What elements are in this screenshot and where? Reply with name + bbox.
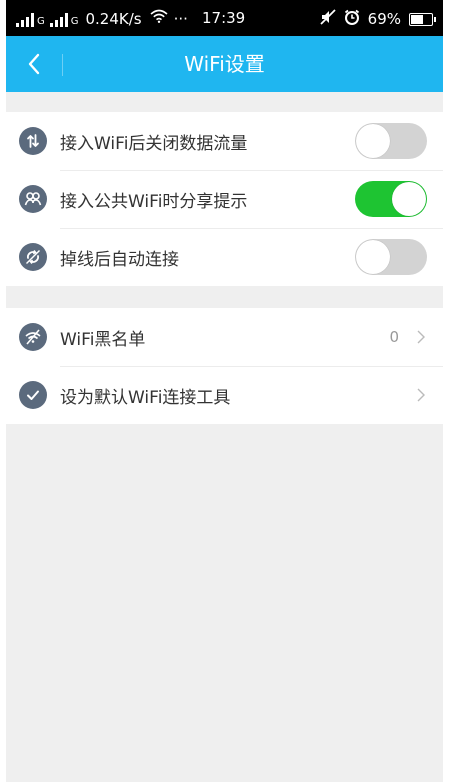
network-type-label-2: G	[70, 16, 79, 27]
page-title: WiFi设置	[184, 52, 265, 76]
share-prompt-toggle[interactable]	[355, 181, 427, 217]
check-icon	[19, 381, 47, 409]
signal-strength-icon	[16, 13, 34, 27]
more-notifications-icon: ···	[173, 10, 188, 28]
back-button[interactable]	[14, 46, 54, 82]
battery-icon	[409, 12, 436, 26]
setting-label: 接入WiFi后关闭数据流量	[60, 133, 248, 154]
chevron-left-icon	[28, 53, 40, 75]
status-bar: G G 0.24K/s ··· 17:39 69%	[6, 0, 443, 36]
close-data-toggle[interactable]	[355, 123, 427, 159]
settings-group-links: WiFi黑名单 0 设为默认WiFi连接工具	[6, 308, 443, 424]
title-divider	[62, 54, 63, 76]
setting-label: WiFi黑名单	[60, 329, 146, 350]
blacklist-count: 0	[389, 328, 399, 346]
share-people-icon	[19, 185, 47, 213]
setting-label: 设为默认WiFi连接工具	[60, 387, 231, 408]
network-speed: 0.24K/s	[85, 10, 142, 28]
network-type-label: G	[37, 16, 45, 27]
setting-label: 接入公共WiFi时分享提示	[60, 191, 248, 212]
app-frame: G G 0.24K/s ··· 17:39 69% WiFi设置 接入WiFi后…	[6, 0, 443, 782]
wifi-icon	[150, 9, 168, 27]
setting-row-auto-reconnect[interactable]: 掉线后自动连接	[6, 228, 443, 286]
status-left: G G 0.24K/s ···	[16, 9, 188, 27]
data-switch-icon	[19, 127, 47, 155]
mute-icon	[320, 9, 336, 29]
setting-label: 掉线后自动连接	[60, 249, 179, 270]
title-bar: WiFi设置	[6, 36, 443, 92]
setting-row-wifi-blacklist[interactable]: WiFi黑名单 0	[6, 308, 443, 366]
setting-row-share-prompt[interactable]: 接入公共WiFi时分享提示	[6, 170, 443, 228]
reconnect-icon	[19, 243, 47, 271]
battery-percent: 69%	[367, 10, 401, 28]
clock: 17:39	[202, 9, 246, 27]
settings-group-toggles: 接入WiFi后关闭数据流量 接入公共WiFi时分享提示 掉线后自动连接	[6, 112, 443, 286]
alarm-icon	[344, 9, 360, 29]
setting-row-close-data[interactable]: 接入WiFi后关闭数据流量	[6, 112, 443, 170]
auto-reconnect-toggle[interactable]	[355, 239, 427, 275]
signal-strength-icon-2	[49, 13, 68, 27]
setting-row-default-tool[interactable]: 设为默认WiFi连接工具	[6, 366, 443, 424]
wifi-blocked-icon	[19, 323, 47, 351]
chevron-right-icon	[415, 387, 427, 403]
status-right: 69%	[320, 9, 436, 29]
chevron-right-icon	[415, 329, 427, 345]
